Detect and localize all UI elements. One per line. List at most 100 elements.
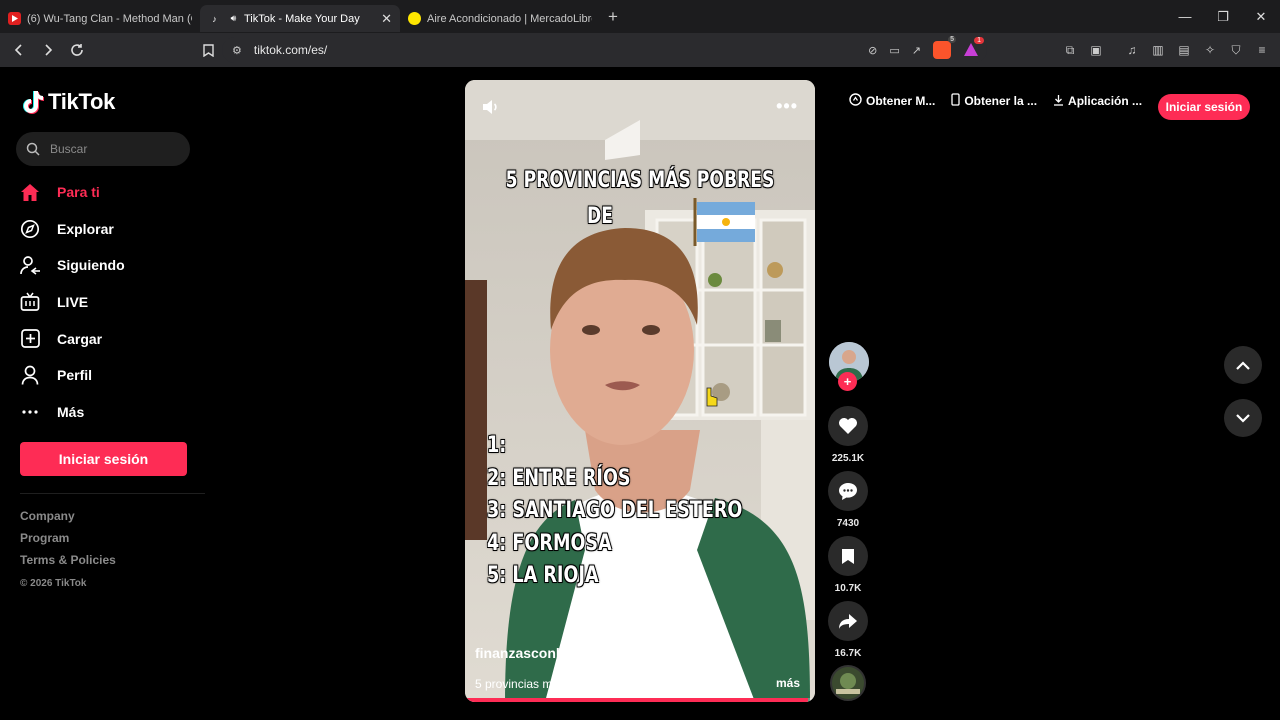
chevron-down-icon	[1236, 413, 1250, 423]
sidebar-item-label: Siguiendo	[57, 257, 125, 274]
bookmark-icon[interactable]	[196, 38, 221, 63]
sidebar-item-mas[interactable]: Más	[20, 394, 190, 431]
tab-title: Aire Acondicionado | MercadoLibre	[427, 12, 592, 25]
bookmark-icon[interactable]	[828, 536, 868, 576]
save-count: 10.7K	[834, 583, 862, 594]
minimize-icon[interactable]: —	[1166, 0, 1204, 33]
forward-icon[interactable]	[35, 38, 60, 63]
login-button-top[interactable]: Iniciar sesión	[1158, 94, 1250, 120]
chevron-up-icon	[1236, 360, 1250, 370]
reload-icon[interactable]	[64, 38, 89, 63]
top-link-label: Aplicación ...	[1068, 94, 1143, 108]
sidebar-item-label: Explorar	[57, 220, 114, 237]
top-actions: Obtener M... Obtener la ... Aplicación .…	[849, 93, 1142, 109]
more-description-button[interactable]: más	[776, 676, 800, 690]
sidebar-item-para-ti[interactable]: Para ti	[20, 174, 190, 211]
argentina-flag-icon	[693, 198, 755, 246]
browser-toolbar: ⚙︎ tiktok.com/es/ ⊘ ▭ ↗ 5 1 ⧉ ▣ ♫ ▥ ▤ ✧ …	[0, 33, 1280, 67]
comment-count: 7430	[836, 518, 860, 529]
share-icon[interactable]: ↗	[912, 44, 921, 57]
music-icon[interactable]: ♫	[1124, 42, 1140, 58]
window-controls: — ❐ ✕	[1166, 0, 1280, 33]
tab-tiktok[interactable]: ♪ 🔊︎ TikTok - Make Your Day ✕	[200, 5, 400, 32]
previous-video-button[interactable]	[1224, 346, 1262, 384]
live-icon	[20, 292, 40, 312]
youtube-icon	[8, 12, 21, 25]
list-item: 2: ENTRE RÍOS	[487, 465, 631, 491]
sidebar-item-live[interactable]: LIVE	[20, 284, 190, 321]
divider	[20, 493, 205, 494]
share-action[interactable]: 16.7K	[827, 601, 869, 659]
upload-icon	[20, 329, 40, 349]
comment-action[interactable]: 7430	[827, 471, 869, 529]
site-settings-icon[interactable]: ⚙︎	[232, 44, 242, 57]
footer-link-terms[interactable]: Terms & Policies	[20, 553, 116, 575]
new-tab-icon[interactable]: +	[608, 7, 618, 27]
sidebar-item-cargar[interactable]: Cargar	[20, 320, 190, 357]
browser-tools: ⧉ ▣ ♫ ▥ ▤ ✧ ⛉ ≡	[1062, 38, 1270, 62]
desktop-app-link[interactable]: Aplicación ...	[1053, 94, 1142, 109]
leo-ai-icon[interactable]: ✧	[1202, 42, 1218, 58]
comment-icon[interactable]	[828, 471, 868, 511]
compass-icon	[20, 219, 40, 239]
tab-youtube[interactable]: (6) Wu-Tang Clan - Method Man (Offi	[0, 5, 200, 32]
sidebar-item-label: Cargar	[57, 330, 103, 347]
cast-icon[interactable]: ▭	[889, 44, 899, 57]
url-text: tiktok.com/es/	[253, 43, 328, 57]
video-player[interactable]: ••• 5 PROVINCIAS MÁS POBRES DE 1: 2: ENT…	[465, 80, 815, 702]
menu-icon[interactable]: ≡	[1254, 42, 1270, 58]
tiktok-logo[interactable]: TikTok	[22, 89, 115, 115]
sidebar-item-label: Más	[57, 403, 85, 420]
sidebar-item-explorar[interactable]: Explorar	[20, 211, 190, 248]
brave-shields-icon[interactable]: 5	[933, 36, 956, 59]
sidebar-item-perfil[interactable]: Perfil	[20, 357, 190, 394]
video-caption-line1: 5 PROVINCIAS MÁS POBRES	[505, 168, 775, 193]
video-username[interactable]: finanzasconluisdd	[475, 645, 597, 661]
no-media-icon[interactable]: ⊘	[868, 44, 877, 57]
share-count: 16.7K	[834, 648, 862, 659]
like-action[interactable]: 225.1K	[827, 406, 869, 464]
footer-link-company[interactable]: Company	[20, 509, 116, 531]
heart-icon[interactable]	[828, 406, 868, 446]
wallet-icon[interactable]: ▤	[1176, 42, 1192, 58]
get-coins-link[interactable]: Obtener M...	[849, 93, 935, 109]
brave-rewards-icon[interactable]: 1	[963, 37, 984, 58]
address-bar[interactable]: ⚙︎ tiktok.com/es/ ⊘ ▭ ↗ 5 1	[222, 36, 987, 63]
sidebar-icon[interactable]: ▥	[1150, 42, 1166, 58]
top-link-label: Obtener M...	[866, 94, 936, 108]
profile-icon	[20, 365, 40, 385]
close-tab-icon[interactable]: ✕	[381, 11, 392, 27]
follow-button[interactable]: +	[838, 372, 857, 391]
following-icon	[20, 255, 40, 276]
screenshot-icon[interactable]: ▣	[1088, 42, 1104, 58]
next-video-button[interactable]	[1224, 399, 1262, 437]
volume-icon[interactable]	[481, 98, 499, 116]
video-description: 5 provincias más pobres...	[475, 677, 616, 691]
get-app-link[interactable]: Obtener la ...	[951, 93, 1037, 109]
maximize-icon[interactable]: ❐	[1204, 0, 1242, 33]
sidebar-item-label: Perfil	[57, 367, 93, 384]
search-input[interactable]: Buscar	[16, 132, 190, 166]
vpn-icon[interactable]: ⛉	[1228, 42, 1244, 58]
home-icon	[20, 182, 40, 202]
login-button-sidebar[interactable]: Iniciar sesión	[20, 442, 187, 476]
share-icon[interactable]	[828, 601, 868, 641]
search-placeholder: Buscar	[50, 142, 88, 156]
tab-mercadolibre[interactable]: Aire Acondicionado | MercadoLibre	[400, 5, 600, 32]
like-count: 225.1K	[831, 453, 865, 464]
coin-icon	[849, 93, 862, 109]
video-progress-fill	[465, 698, 808, 702]
save-action[interactable]: 10.7K	[827, 536, 869, 594]
shield-count: 5	[948, 36, 956, 43]
phone-icon	[951, 93, 960, 109]
speaker-icon[interactable]: 🔊︎	[227, 12, 240, 25]
music-disc-icon[interactable]	[830, 665, 866, 701]
more-options-icon[interactable]: •••	[776, 96, 798, 117]
video-progress-bar[interactable]	[465, 698, 815, 702]
close-window-icon[interactable]: ✕	[1242, 0, 1280, 33]
footer-link-program[interactable]: Program	[20, 531, 116, 553]
extensions-icon[interactable]: ⧉	[1062, 42, 1078, 58]
sidebar-item-siguiendo[interactable]: Siguiendo	[20, 247, 190, 284]
more-icon	[20, 402, 40, 422]
back-icon[interactable]	[6, 38, 31, 63]
